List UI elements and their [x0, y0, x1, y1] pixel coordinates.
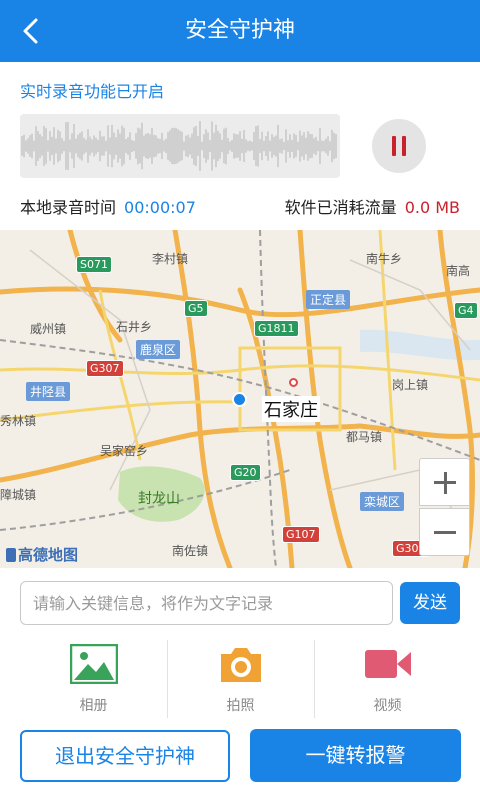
district-label: 栾城区: [360, 492, 405, 511]
album-label: 相册: [79, 698, 108, 714]
place-label: 障城镇: [0, 488, 37, 502]
current-location-icon: [232, 392, 247, 407]
take-photo-button[interactable]: 拍照: [167, 640, 314, 718]
traffic-label: 软件已消耗流量: [284, 198, 397, 217]
highway-badge: G307: [86, 360, 124, 377]
app-header: 安全守护神: [0, 0, 480, 62]
map-provider-logo: 高德地图: [6, 544, 78, 565]
local-recording-time: 本地录音时间 00:00:07: [20, 194, 196, 218]
highway-badge: G20: [230, 464, 261, 481]
place-label: 南佐镇: [172, 544, 209, 558]
pause-recording-button[interactable]: [372, 119, 426, 173]
minus-icon: [434, 531, 456, 534]
send-button[interactable]: 发送: [400, 582, 460, 624]
city-label: 石家庄: [262, 396, 320, 422]
map-view[interactable]: 李村镇 南牛乡 南高 威州镇 石井乡 秀林镇 吴家窑乡 岗上镇 都马镇 封龙山 …: [0, 230, 480, 568]
zoom-out-button[interactable]: [419, 508, 470, 556]
traffic-consumed: 软件已消耗流量 0.0 MB: [285, 194, 460, 218]
video-icon: [364, 650, 411, 678]
place-label: 都马镇: [346, 430, 383, 444]
exit-guardian-button[interactable]: 退出安全守护神: [20, 730, 230, 782]
local-time-value: 00:00:07: [124, 198, 196, 217]
report-alarm-button[interactable]: 一键转报警: [250, 729, 461, 782]
place-label: 南牛乡: [366, 252, 403, 266]
place-label: 南高: [446, 264, 471, 278]
place-label: 李村镇: [152, 252, 189, 266]
highway-badge: G5: [184, 300, 208, 317]
place-label: 吴家窑乡: [100, 444, 149, 458]
zoom-in-button[interactable]: [419, 458, 470, 506]
highway-badge: G4: [454, 302, 478, 319]
place-label: 封龙山: [138, 491, 180, 507]
camera-icon: [220, 648, 261, 682]
district-label: 鹿泉区: [136, 340, 181, 359]
take-photo-label: 拍照: [226, 698, 255, 714]
district-label: 井陉县: [26, 382, 71, 401]
map-logo-icon: [6, 548, 16, 562]
place-label: 岗上镇: [392, 378, 429, 392]
highway-badge: G1811: [254, 320, 299, 337]
page-title: 安全守护神: [184, 18, 295, 43]
recording-status-text: 实时录音功能已开启: [20, 82, 165, 101]
place-label: 石井乡: [116, 320, 153, 334]
pause-icon-bar: [402, 136, 406, 156]
plus-icon-vertical: [444, 472, 447, 494]
waveform-graphic: [21, 120, 337, 172]
place-label: 威州镇: [30, 322, 67, 336]
image-icon: [69, 644, 118, 684]
highway-badge: G107: [282, 526, 320, 543]
highway-badge: S071: [76, 256, 112, 273]
pause-icon: [392, 136, 396, 156]
traffic-value: 0.0 MB: [404, 198, 460, 217]
place-label: 秀林镇: [0, 414, 37, 428]
keyword-input[interactable]: [20, 581, 393, 625]
city-marker-icon: [289, 378, 298, 387]
map-logo-text: 高德地图: [18, 546, 79, 564]
local-time-label: 本地录音时间: [20, 198, 117, 217]
video-button[interactable]: 视频: [314, 640, 461, 718]
video-label: 视频: [373, 698, 402, 714]
district-label: 正定县: [306, 290, 351, 309]
audio-waveform: [20, 114, 340, 178]
album-button[interactable]: 相册: [20, 640, 167, 718]
